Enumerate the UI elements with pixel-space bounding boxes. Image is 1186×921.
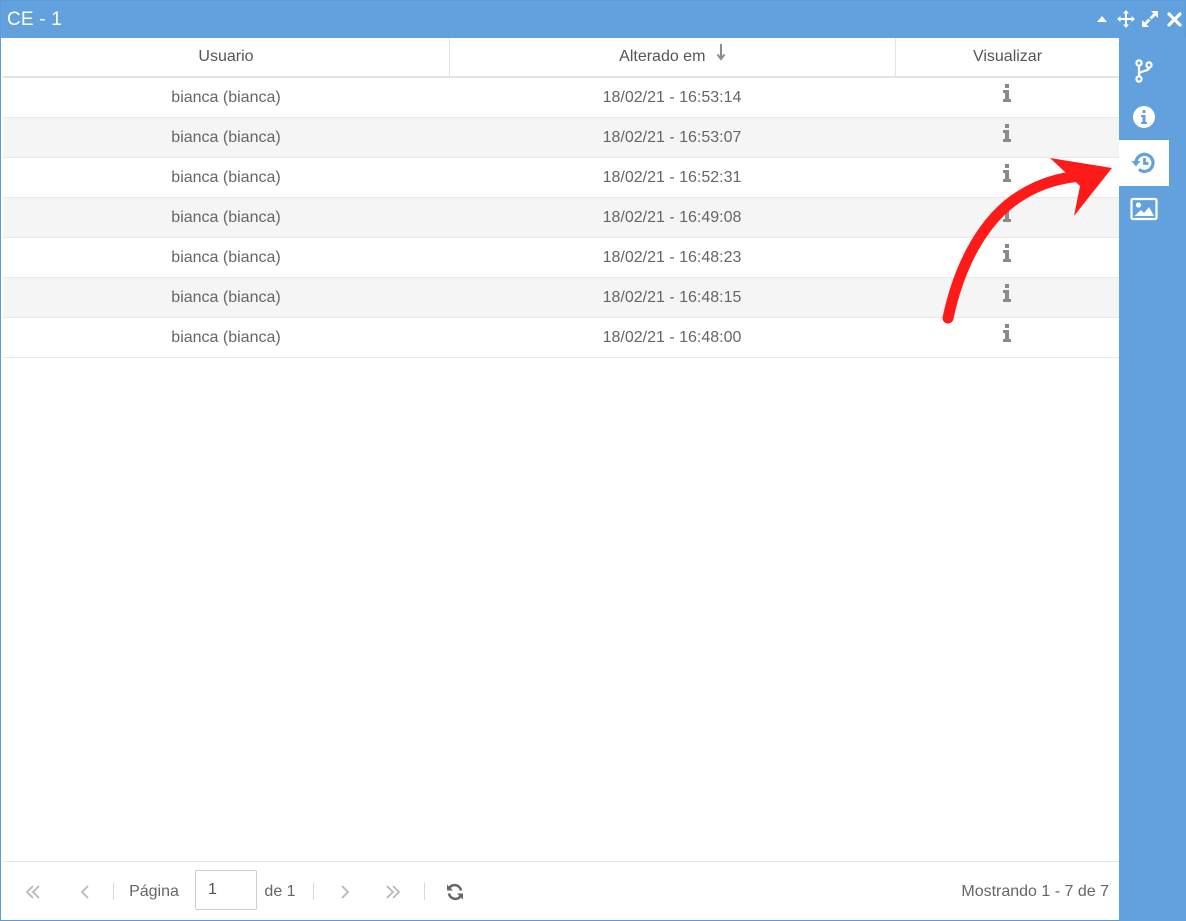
- collapse-icon[interactable]: [1093, 9, 1111, 29]
- sidebar-item-history[interactable]: [1119, 140, 1169, 186]
- prev-page-button[interactable]: [73, 862, 97, 921]
- window-titlebar[interactable]: CE - 1: [1, 1, 1185, 38]
- history-grid: Usuario Alterado em Visualizar bianca (b…: [3, 38, 1119, 861]
- refresh-icon: [447, 883, 463, 900]
- right-sidebar: [1119, 38, 1186, 921]
- pager-divider: [313, 883, 314, 900]
- cell-visualizar: [895, 238, 1119, 278]
- cell-usuario: bianca (bianca): [171, 209, 281, 226]
- chevron-right-icon: [341, 884, 350, 899]
- double-chevron-right-icon: [386, 884, 401, 899]
- last-page-button[interactable]: [381, 862, 405, 921]
- page-label: Página: [129, 882, 179, 900]
- table-row[interactable]: bianca (bianca) 18/02/21 - 16:48:15: [3, 278, 1119, 318]
- page-total-label: de 1: [264, 882, 296, 900]
- chevron-left-icon: [80, 884, 89, 899]
- view-info-icon[interactable]: [1002, 278, 1012, 318]
- grid-header: Usuario Alterado em Visualizar: [3, 38, 1119, 78]
- window-title: CE - 1: [7, 9, 63, 30]
- table-row[interactable]: bianca (bianca) 18/02/21 - 16:48:23: [3, 238, 1119, 278]
- cell-usuario: bianca (bianca): [171, 169, 281, 186]
- cell-alterado-em: 18/02/21 - 16:48:00: [602, 329, 742, 346]
- table-row[interactable]: bianca (bianca) 18/02/21 - 16:49:08: [3, 198, 1119, 238]
- view-info-icon[interactable]: [1002, 318, 1012, 358]
- ce-window: CE - 1 Usuario Alterado em Visualizar bi…: [0, 0, 1186, 921]
- pager-divider: [113, 883, 114, 900]
- sidebar-item-branch[interactable]: [1119, 48, 1169, 94]
- cell-alterado-em: 18/02/21 - 16:52:31: [602, 169, 742, 186]
- cell-usuario: bianca (bianca): [171, 329, 281, 346]
- table-row[interactable]: bianca (bianca) 18/02/21 - 16:48:00: [3, 318, 1119, 358]
- sidebar-item-info[interactable]: [1119, 94, 1169, 140]
- column-header-usuario[interactable]: Usuario: [3, 38, 449, 76]
- view-info-icon[interactable]: [1002, 198, 1012, 238]
- pager-divider: [424, 883, 425, 900]
- cell-visualizar: [895, 158, 1119, 198]
- cell-alterado-em: 18/02/21 - 16:48:23: [602, 249, 742, 266]
- view-info-icon[interactable]: [1002, 238, 1012, 278]
- cell-alterado-em: 18/02/21 - 16:53:07: [602, 129, 742, 146]
- page-number-input[interactable]: [195, 870, 257, 910]
- cell-visualizar: [895, 78, 1119, 118]
- sort-desc-icon: [716, 38, 726, 76]
- refresh-button[interactable]: [443, 862, 467, 921]
- view-info-icon[interactable]: [1002, 78, 1012, 118]
- table-row[interactable]: bianca (bianca) 18/02/21 - 16:53:14: [3, 78, 1119, 118]
- column-header-alterado-em[interactable]: Alterado em: [449, 38, 895, 76]
- cell-visualizar: [895, 198, 1119, 238]
- cell-visualizar: [895, 318, 1119, 358]
- table-row[interactable]: bianca (bianca) 18/02/21 - 16:53:07: [3, 118, 1119, 158]
- cell-usuario: bianca (bianca): [171, 289, 281, 306]
- first-page-button[interactable]: [21, 862, 45, 921]
- cell-visualizar: [895, 278, 1119, 318]
- cell-usuario: bianca (bianca): [171, 89, 281, 106]
- cell-usuario: bianca (bianca): [171, 249, 281, 266]
- history-icon: [1131, 152, 1155, 173]
- info-circle-icon: [1133, 106, 1155, 128]
- close-icon[interactable]: [1165, 9, 1183, 29]
- image-icon: [1130, 197, 1158, 221]
- branch-icon: [1135, 59, 1153, 83]
- cell-alterado-em: 18/02/21 - 16:48:15: [602, 289, 742, 306]
- window-controls: [1093, 8, 1183, 30]
- pager-toolbar: Página de 1 Mostrando 1 - 7 de 7: [3, 861, 1119, 920]
- column-header-visualizar[interactable]: Visualizar: [895, 38, 1119, 76]
- maximize-icon[interactable]: [1141, 9, 1159, 29]
- table-row[interactable]: bianca (bianca) 18/02/21 - 16:52:31: [3, 158, 1119, 198]
- view-info-icon[interactable]: [1002, 118, 1012, 158]
- cell-usuario: bianca (bianca): [171, 129, 281, 146]
- double-chevron-left-icon: [25, 884, 40, 899]
- cell-alterado-em: 18/02/21 - 16:49:08: [602, 209, 742, 226]
- sidebar-item-image[interactable]: [1119, 186, 1169, 232]
- view-info-icon[interactable]: [1002, 158, 1012, 198]
- move-icon[interactable]: [1117, 9, 1135, 29]
- cell-visualizar: [895, 118, 1119, 158]
- records-summary: Mostrando 1 - 7 de 7: [961, 882, 1109, 900]
- next-page-button[interactable]: [333, 862, 357, 921]
- grid-body: bianca (bianca) 18/02/21 - 16:53:14 bian…: [3, 78, 1119, 358]
- cell-alterado-em: 18/02/21 - 16:53:14: [602, 89, 742, 106]
